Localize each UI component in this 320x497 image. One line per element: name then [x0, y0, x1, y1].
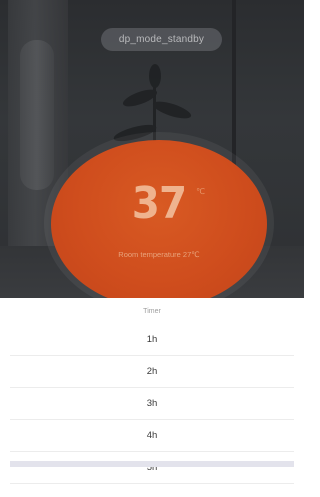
temperature-value: 37: [131, 178, 187, 229]
room-temperature-label: Room temperature 27℃: [118, 250, 200, 259]
timer-sheet: Timer 1h 2h 3h 4h 5h: [0, 298, 304, 497]
temperature-dial[interactable]: 37 ℃ Room temperature 27℃: [51, 140, 267, 308]
timer-option-1h[interactable]: 1h: [10, 324, 294, 356]
timer-option-5h[interactable]: 5h: [10, 452, 294, 484]
timer-options-list: 1h 2h 3h 4h 5h: [10, 324, 294, 484]
timer-option-2h[interactable]: 2h: [10, 356, 294, 388]
timer-title: Timer: [143, 308, 161, 315]
temperature-unit: ℃: [196, 187, 205, 196]
timer-option-4h[interactable]: 4h: [10, 420, 294, 452]
mode-status-pill[interactable]: dp_mode_standby: [101, 28, 222, 51]
sheet-bottom-bar: [10, 461, 294, 467]
lamp-pillar: [20, 40, 54, 190]
timer-option-3h[interactable]: 3h: [10, 388, 294, 420]
